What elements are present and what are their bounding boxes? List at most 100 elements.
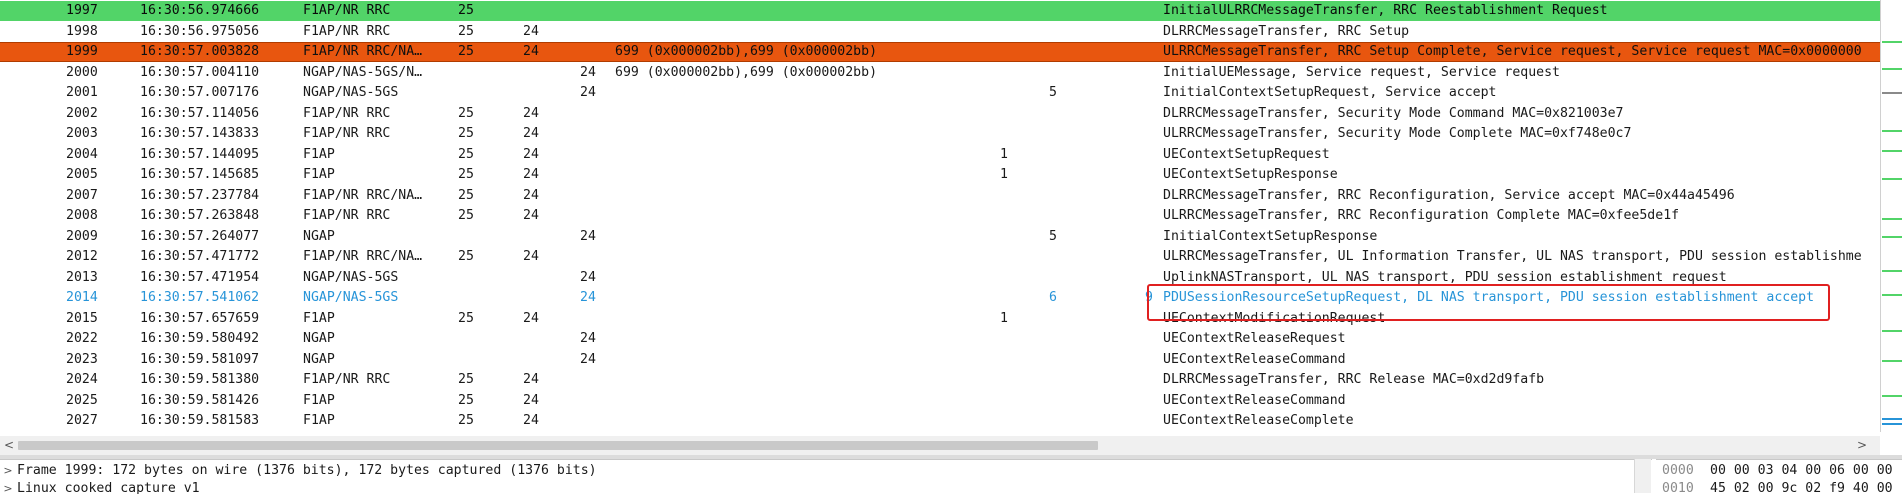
expand-arrow-icon[interactable]: > [2,461,14,481]
packet-protocol: F1AP/NR RRC [303,126,391,141]
packet-col-b: 24 [523,187,539,203]
table-row[interactable]: 2027 16:30:59.581583 F1AP 25 24 UEContextRele… [0,411,1880,431]
packet-info: InitialContextSetupRequest, Service acce… [1163,85,1497,100]
minimap-mark [1882,92,1902,94]
table-row[interactable]: 2025 16:30:59.581426 F1AP 25 24 UEContextRele… [0,391,1880,411]
packet-list[interactable]: 1997 16:30:56.974666 F1AP/NR RRC 25 InitialU… [0,0,1880,432]
table-row[interactable]: 2015 16:30:57.657659 F1AP 25 24 1 UEContextMod… [0,309,1880,329]
packet-col-a: 25 [458,208,474,223]
packet-time: 16:30:57.237784 [140,187,260,203]
packet-col-d: 1 [1000,167,1008,182]
packet-time: 16:30:57.144095 [140,146,260,162]
packet-info: UEContextReleaseComplete [1163,413,1354,428]
packet-details-pane[interactable]: > Frame 1999: 172 bytes on wire (1376 bit… [0,459,1652,494]
packet-info: UEContextReleaseCommand [1163,392,1346,408]
packet-number: 2003 [66,126,98,141]
table-row[interactable]: 2008 16:30:57.263848 F1AP/NR RRC 25 24 ULRRCM… [0,206,1880,226]
packet-info: UEContextSetupRequest [1163,146,1330,162]
scroll-thumb[interactable] [18,441,1098,450]
details-tree-item[interactable]: > Frame 1999: 172 bytes on wire (1376 bit… [0,461,1630,481]
packet-number: 2014 [66,290,98,305]
packet-col-b: 24 [523,208,539,223]
packet-col-b: 24 [523,105,539,121]
packet-col-b: 24 [523,167,539,182]
packet-info: DLRRCMessageTransfer, RRC Release MAC=0x… [1163,372,1545,387]
minimap-mark [1882,418,1902,420]
packet-col-a: 25 [458,372,474,387]
packet-time: 16:30:59.580492 [140,331,260,346]
horizontal-scrollbar[interactable]: < > [0,436,1880,455]
packet-time: 16:30:57.114056 [140,105,260,121]
packet-time: 16:30:57.007176 [140,85,260,100]
table-row[interactable]: 2000 16:30:57.004110 NGAP/NAS-5GS/N… 24 699 … [0,63,1880,83]
table-row[interactable]: 2023 16:30:59.581097 NGAP 24 UEContextReleas… [0,350,1880,370]
details-tree-label: Linux cooked capture v1 [17,481,200,494]
packet-col-a: 25 [458,187,474,203]
packet-col-a: 25 [458,249,474,264]
scroll-right-arrow-icon[interactable]: > [1853,436,1871,455]
packet-col-c: 24 [580,64,596,80]
packet-time: 16:30:57.471772 [140,249,260,264]
packet-info: ULRRCMessageTransfer, Security Mode Comp… [1163,126,1632,141]
table-row[interactable]: 2013 16:30:57.471954 NGAP/NAS-5GS 24 UplinkN… [0,268,1880,288]
table-row[interactable]: 2024 16:30:59.581380 F1AP/NR RRC 25 24 DLRRCM… [0,370,1880,390]
details-tree-item[interactable]: > Linux cooked capture v1 [0,479,1630,494]
packet-protocol: F1AP/NR RRC [303,3,391,18]
scroll-left-arrow-icon[interactable]: < [0,436,18,455]
packet-number: 2022 [66,331,98,346]
packet-col-e: 6 [1049,290,1057,305]
minimap-mark [1882,178,1902,180]
packet-col-d: 1 [1000,146,1008,162]
packet-minimap[interactable] [1880,0,1902,432]
packet-info: UEContextReleaseRequest [1163,331,1346,346]
bytes-hex: 00 00 03 04 00 06 00 00 [1710,463,1893,478]
packet-info: DLRRCMessageTransfer, RRC Reconfiguratio… [1163,187,1735,203]
table-row[interactable]: 2001 16:30:57.007176 NGAP/NAS-5GS 24 5 Initia… [0,83,1880,103]
packet-time: 16:30:59.581380 [140,372,260,387]
packet-col-b: 24 [523,372,539,387]
packet-info: ULRRCMessageTransfer, UL Information Tra… [1163,249,1862,264]
minimap-mark [1882,68,1902,70]
table-row[interactable]: 2003 16:30:57.143833 F1AP/NR RRC 25 24 ULRRCM… [0,124,1880,144]
packet-col-b: 24 [523,23,539,39]
table-row[interactable]: 2022 16:30:59.580492 NGAP 24 UEContextReleas… [0,329,1880,349]
packet-ue-ids: 699 (0x000002bb),699 (0x000002bb) [615,44,878,59]
packet-bytes-pane[interactable]: 0000 00 00 03 04 00 06 00 00 0010 45 02 00 … [1656,459,1902,494]
packet-number: 2004 [66,146,98,162]
packet-col-a: 25 [458,126,474,141]
packet-time: 16:30:59.581426 [140,392,260,408]
packet-time: 16:30:57.657659 [140,310,260,326]
packet-time: 16:30:57.143833 [140,126,260,141]
minimap-mark [1882,41,1902,43]
packet-col-b: 24 [523,413,539,428]
packet-col-b: 24 [523,392,539,408]
packet-number: 2012 [66,249,98,264]
table-row[interactable]: 1998 16:30:56.975056 F1AP/NR RRC 25 24 DLRRCM… [0,22,1880,42]
details-tree-label: Frame 1999: 172 bytes on wire (1376 bits… [17,463,597,478]
packet-number: 1999 [66,44,98,59]
packet-info: InitialUEMessage, Service request, Servi… [1163,64,1560,80]
table-row[interactable]: 2009 16:30:57.264077 NGAP 24 5 InitialContext… [0,227,1880,247]
table-row[interactable]: 2014 16:30:57.541062 NGAP/NAS-5GS 24 6 9 PDUSe… [0,288,1880,308]
packet-protocol: F1AP/NR RRC/NA… [303,44,423,59]
table-row[interactable]: 2002 16:30:57.114056 F1AP/NR RRC 25 24 DLRRCM… [0,104,1880,124]
packet-protocol: NGAP/NAS-5GS [303,290,399,305]
packet-col-c: 24 [580,290,596,305]
table-row[interactable]: 2005 16:30:57.145685 F1AP 25 24 1 UEContextSet… [0,165,1880,185]
table-row[interactable]: 2007 16:30:57.237784 F1AP/NR RRC/NA… 25 24 DL… [0,186,1880,206]
table-row[interactable]: 2004 16:30:57.144095 F1AP 25 24 1 UEContextSet… [0,145,1880,165]
bytes-hex: 45 02 00 9c 02 f9 40 00 [1710,481,1893,494]
details-vertical-scrollbar[interactable] [1634,459,1651,493]
table-row[interactable]: 1997 16:30:56.974666 F1AP/NR RRC 25 InitialU… [0,1,1880,21]
packet-info: DLRRCMessageTransfer, Security Mode Comm… [1163,105,1624,121]
minimap-mark [1882,130,1902,132]
table-row[interactable]: 1999 16:30:57.003828 F1AP/NR RRC/NA… 25 24 69… [0,42,1880,62]
packet-protocol: F1AP/NR RRC [303,208,391,223]
table-row[interactable]: 2012 16:30:57.471772 F1AP/NR RRC/NA… 25 24 UL… [0,247,1880,267]
packet-protocol: F1AP [303,413,335,428]
packet-col-c: 24 [580,351,596,367]
packet-number: 2005 [66,167,98,182]
packet-col-a: 25 [458,392,474,408]
packet-protocol: NGAP [303,331,335,346]
expand-arrow-icon[interactable]: > [2,479,14,494]
